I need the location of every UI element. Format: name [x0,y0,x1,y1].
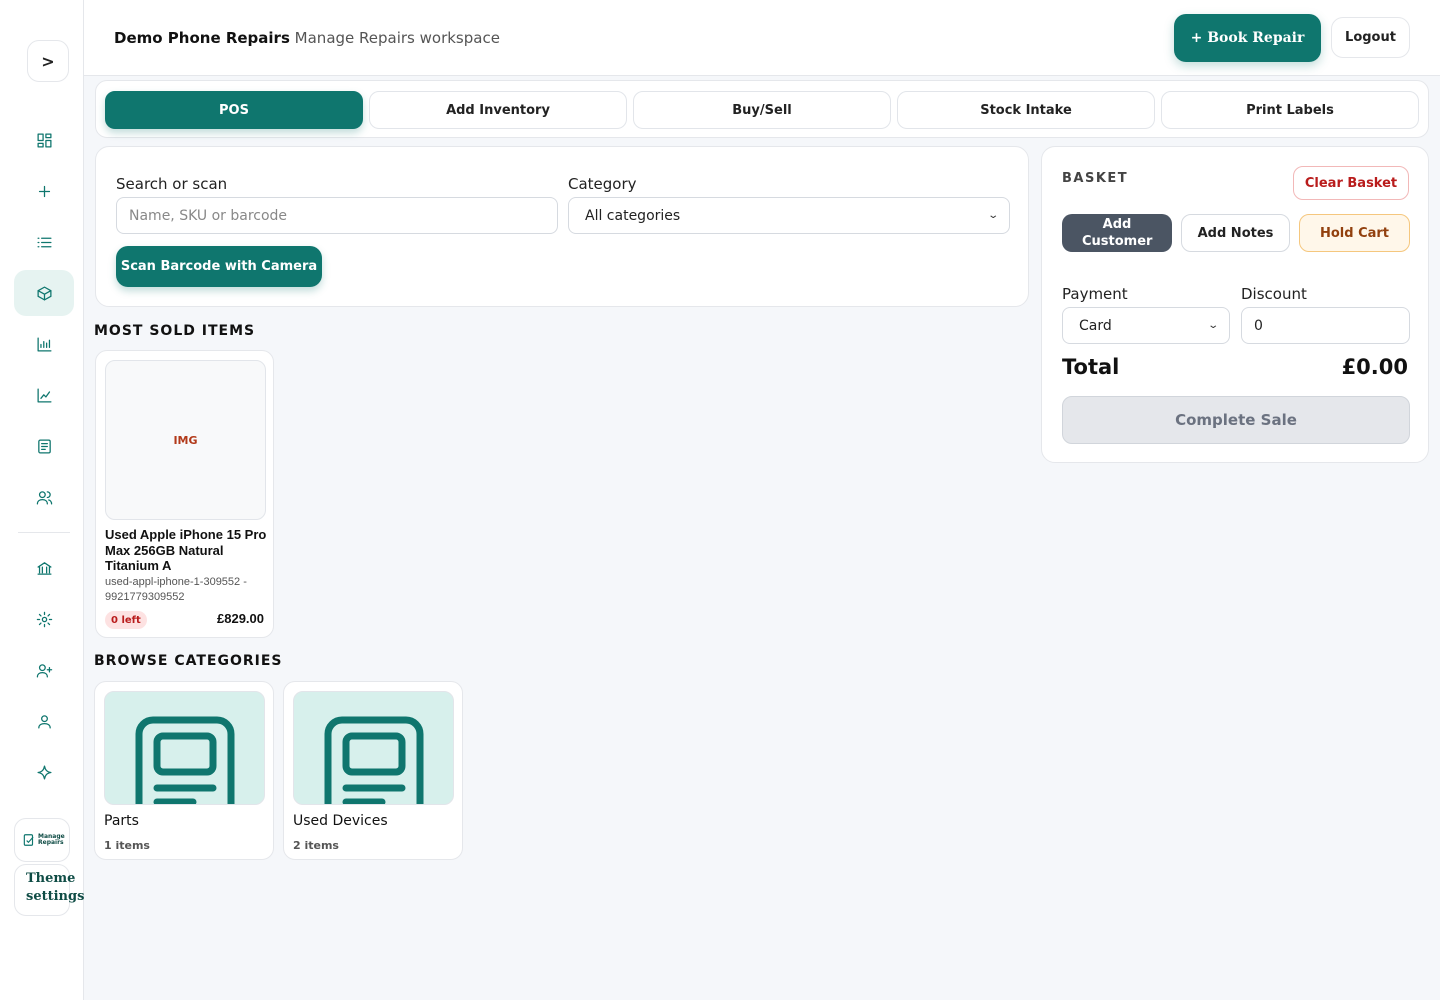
discount-field[interactable] [1241,307,1410,344]
sidebar-toggle-button[interactable]: > [27,40,69,82]
sparkle-icon [36,764,52,780]
category-select-value: All categories [585,207,681,224]
page-title: Demo Phone Repairs Manage Repairs worksp… [114,29,500,47]
gear-icon [36,611,52,627]
user-plus-icon [36,663,52,678]
clear-basket-button[interactable]: Clear Basket [1293,166,1409,200]
total-label: Total [1062,355,1120,379]
bank-icon [36,561,52,575]
discount-label: Discount [1241,285,1307,303]
search-panel: Search or scan Category All categories ⌄… [95,146,1029,307]
device-icon [135,716,235,804]
tab-add-inventory[interactable]: Add Inventory [369,91,627,129]
book-repair-button[interactable]: + Book Repair [1174,14,1321,62]
category-label: Category [568,175,637,193]
list-icon [36,237,52,247]
category-image [293,691,454,805]
basket-panel: BASKET Clear Basket Add Customer Add Not… [1041,146,1429,463]
browse-categories-title: BROWSE CATEGORIES [94,653,283,669]
category-count: 2 items [293,839,339,852]
category-count: 1 items [104,839,150,852]
add-customer-button[interactable]: Add Customer [1062,214,1172,252]
box-icon [36,285,52,301]
scan-barcode-button[interactable]: Scan Barcode with Camera [116,246,322,287]
plus-icon [38,185,50,197]
workspace-label: Manage Repairs workspace [294,29,500,47]
bar-chart-icon [36,336,52,352]
pos-tabs: POS Add Inventory Buy/Sell Stock Intake … [95,80,1429,138]
chevron-down-icon: ⌄ [986,210,999,221]
category-select[interactable]: All categories ⌄ [568,197,1010,234]
business-name: Demo Phone Repairs [114,29,290,47]
complete-sale-button[interactable]: Complete Sale [1062,396,1410,444]
add-customer-label: Add Customer [1082,217,1153,249]
category-name: Parts [104,813,139,829]
logout-button[interactable]: Logout [1331,17,1410,58]
sidebar-item-add-user[interactable] [14,647,74,693]
product-sku: used-appl-iphone-1-309552 - 992177930955… [105,576,247,603]
user-icon [37,714,51,729]
payment-select-value: Card [1079,317,1112,334]
dashboard-icon [36,132,52,148]
total-value: £0.00 [1341,355,1408,379]
logo-icon [23,834,34,846]
payment-select[interactable]: Card ⌄ [1062,307,1230,344]
document-icon [37,438,51,454]
sidebar-item-bank[interactable] [14,545,74,591]
tab-buy-sell[interactable]: Buy/Sell [633,91,891,129]
product-card[interactable]: IMG Used Apple iPhone 15 Pro Max 256GB N… [95,350,274,638]
tab-pos[interactable]: POS [105,91,363,129]
most-sold-title: MOST SOLD ITEMS [94,323,256,339]
category-card-used-devices[interactable]: Used Devices 2 items [283,681,463,860]
category-card-parts[interactable]: Parts 1 items [94,681,274,860]
add-notes-button[interactable]: Add Notes [1181,214,1290,252]
tab-print-labels[interactable]: Print Labels [1161,91,1419,129]
sidebar-item-integrations[interactable] [14,749,74,795]
stock-badge: 0 left [105,611,147,629]
sidebar-item-invoices[interactable] [14,423,74,469]
sidebar-item-pos[interactable] [14,270,74,316]
brand-logo[interactable]: Manage Repairs [14,818,70,862]
sidebar-item-dashboard[interactable] [14,117,74,163]
basket-title: BASKET [1062,171,1129,186]
tab-stock-intake[interactable]: Stock Intake [897,91,1155,129]
search-label: Search or scan [116,175,228,193]
product-image-placeholder: IMG [105,360,266,520]
product-price: £829.00 [217,611,264,626]
payment-label: Payment [1062,285,1128,303]
sidebar-item-settings[interactable] [14,596,74,642]
sidebar-divider [18,532,70,533]
theme-settings-button[interactable]: Theme settings [14,864,84,916]
sidebar-item-reports[interactable] [14,321,74,367]
sidebar-item-customers[interactable] [14,474,74,520]
sidebar-item-profile[interactable] [14,698,74,744]
sidebar-item-list[interactable] [14,219,74,265]
product-name: Used Apple iPhone 15 Pro Max 256GB Natur… [105,527,267,573]
top-header: Demo Phone Repairs Manage Repairs worksp… [84,0,1440,76]
sidebar: > Manage Repairs Theme settings [0,0,84,1000]
sidebar-item-new[interactable] [14,168,74,214]
chevron-down-icon: ⌄ [1206,320,1219,331]
logo-text: Manage Repairs [38,833,65,846]
search-input[interactable] [116,197,558,234]
sidebar-item-analytics[interactable] [14,372,74,418]
line-chart-icon [36,387,52,403]
hold-cart-button[interactable]: Hold Cart [1299,214,1410,252]
category-image [104,691,265,805]
category-name: Used Devices [293,813,388,829]
device-icon [324,716,424,804]
users-icon [36,490,52,505]
